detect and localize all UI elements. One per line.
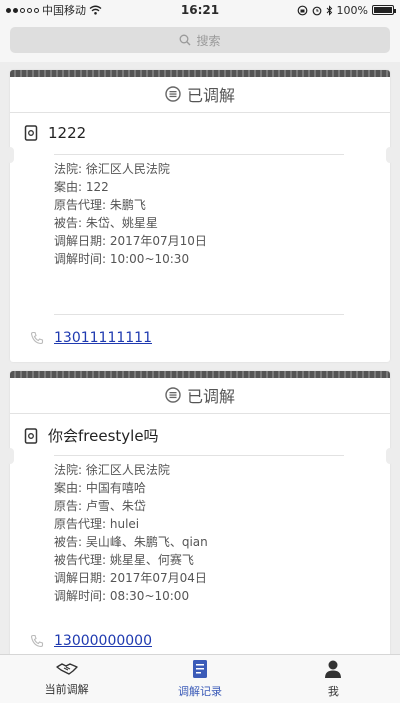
phone-row[interactable]: 13011111111 — [30, 330, 152, 346]
battery-fill — [374, 7, 392, 13]
mediation-time-field: 调解时间: 10:00~10:30 — [54, 252, 190, 266]
tab-label: 当前调解 — [44, 683, 89, 696]
mediation-date-field: 调解日期: 2017年07月04日 — [54, 571, 207, 585]
mediation-date-field: 调解日期: 2017年07月10日 — [54, 234, 207, 248]
wifi-icon — [89, 5, 102, 15]
status-icon — [165, 86, 181, 102]
status-label: 已调解 — [186, 86, 235, 105]
card-top-strip — [10, 371, 390, 378]
tab-me[interactable]: 我 — [267, 655, 400, 703]
defendant-field: 被告: 吴山峰、朱鹏飞、qian — [54, 535, 208, 549]
phone-row[interactable]: 13000000000 — [30, 633, 152, 649]
mediation-time-field: 调解时间: 08:30~10:00 — [54, 589, 190, 603]
case-document-icon — [24, 125, 38, 141]
card-notch-left — [6, 448, 14, 464]
card-notch-right — [386, 147, 394, 163]
search-placeholder: 搜索 — [196, 33, 221, 48]
status-icon — [165, 387, 181, 403]
document-icon — [192, 660, 207, 678]
card-notch-left — [6, 147, 14, 163]
status-header: 已调解 — [10, 80, 390, 108]
record-card[interactable]: 已调解 你会freestyle吗 法院: 徐汇区人民法院 案由: 中国有嘻哈 原… — [6, 371, 394, 654]
divider — [54, 314, 344, 315]
phone-icon — [30, 331, 44, 345]
divider — [54, 154, 344, 155]
status-left: 中国移动 — [6, 2, 156, 18]
status-header: 已调解 — [10, 381, 390, 409]
status-right: 100% — [244, 3, 396, 17]
handshake-icon — [55, 663, 78, 675]
screen: 中国移动 16:21 100% 搜索 已调解 1222 法院: 徐汇区人民法院 … — [0, 0, 400, 703]
battery-icon — [372, 5, 396, 15]
card-notch-right — [386, 448, 394, 464]
record-list[interactable]: 已调解 1222 法院: 徐汇区人民法院 案由: 122 原告代理: 朱鹏飞 被… — [0, 62, 400, 654]
phone-number-link[interactable]: 13011111111 — [54, 330, 152, 346]
search-bar[interactable]: 搜索 — [10, 27, 390, 53]
case-details: 法院: 徐汇区人民法院 案由: 122 原告代理: 朱鹏飞 被告: 朱岱、姚星星… — [54, 160, 354, 268]
status-bar: 中国移动 16:21 100% — [0, 0, 400, 20]
bluetooth-icon — [326, 4, 332, 16]
signal-strength-icon — [6, 7, 39, 13]
plaintiff-agent-field: 原告代理: hulei — [54, 517, 140, 531]
divider — [10, 112, 390, 113]
case-details: 法院: 徐汇区人民法院 案由: 中国有嘻哈 原告: 卢雪、朱岱 原告代理: hu… — [54, 461, 354, 605]
plaintiff-agent-field: 原告代理: 朱鹏飞 — [54, 198, 146, 212]
card-top-strip — [10, 70, 390, 77]
case-title: 你会freestyle吗 — [48, 427, 159, 445]
tab-current-mediation[interactable]: 当前调解 — [0, 655, 133, 703]
case-cause-field: 案由: 122 — [54, 180, 109, 194]
case-title: 1222 — [48, 124, 87, 142]
record-card[interactable]: 已调解 1222 法院: 徐汇区人民法院 案由: 122 原告代理: 朱鹏飞 被… — [6, 70, 394, 362]
plaintiff-field: 原告: 卢雪、朱岱 — [54, 499, 146, 513]
person-icon — [325, 660, 342, 678]
phone-icon — [30, 634, 44, 648]
case-document-icon — [24, 427, 38, 444]
defendant-agent-field: 被告代理: 姚星星、何赛飞 — [54, 553, 194, 567]
lock-rotation-icon — [297, 5, 307, 15]
search-icon — [180, 34, 191, 46]
court-field: 法院: 徐汇区人民法院 — [54, 463, 170, 477]
tab-label: 调解记录 — [177, 685, 222, 698]
search-area: 搜索 — [0, 20, 400, 62]
carrier-label: 中国移动 — [42, 4, 86, 17]
case-title-row: 1222 — [24, 124, 86, 142]
divider — [10, 413, 390, 414]
tab-mediation-records[interactable]: 调解记录 — [133, 655, 266, 703]
divider — [54, 455, 344, 456]
defendant-field: 被告: 朱岱、姚星星 — [54, 216, 158, 230]
case-cause-field: 案由: 中国有嘻哈 — [54, 481, 146, 495]
alarm-icon — [312, 6, 321, 15]
tab-label: 我 — [327, 685, 339, 698]
phone-number-link[interactable]: 13000000000 — [54, 633, 152, 649]
court-field: 法院: 徐汇区人民法院 — [54, 162, 170, 176]
case-title-row: 你会freestyle吗 — [24, 425, 159, 446]
status-label: 已调解 — [186, 387, 235, 406]
clock: 16:21 — [180, 3, 220, 17]
battery-percent: 100% — [336, 3, 368, 17]
tab-bar: 当前调解 调解记录 我 — [0, 654, 400, 703]
